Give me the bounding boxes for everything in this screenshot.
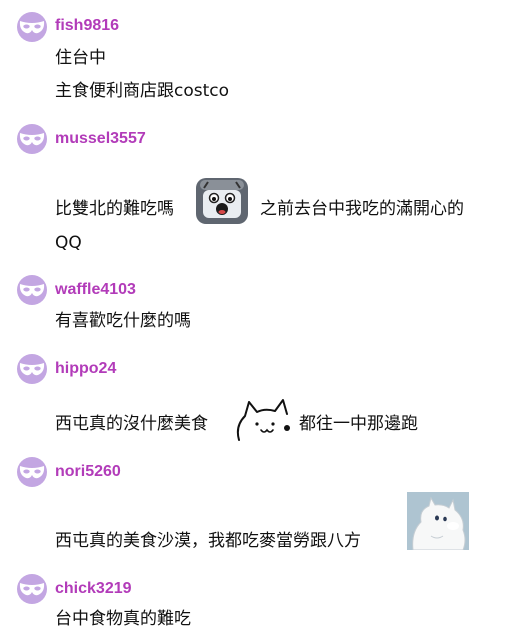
doodle-cat-sticker [236,399,290,441]
username[interactable]: waffle4103 [55,281,136,299]
comment-text: 西屯真的沒什麼美食 [55,414,208,434]
mask-icon [19,466,45,479]
comment-item: nori5260 西屯真的美食沙漠，我都吃麥當勞跟八方 [0,452,511,572]
comment-text: 西屯真的美食沙漠，我都吃麥當勞跟八方 [55,531,361,551]
comment-text: 之前去台中我吃的滿開心的 [260,199,464,219]
mask-icon [19,284,45,297]
username[interactable]: mussel3557 [55,130,146,148]
avatar[interactable] [17,457,47,487]
username[interactable]: fish9816 [55,17,119,35]
username[interactable]: hippo24 [55,360,116,378]
avatar[interactable] [17,12,47,42]
comment-item: waffle4103 有喜歡吃什麼的嗎 [0,268,511,350]
comment-text: 都往一中那邊跑 [299,414,418,434]
comment-text: 台中食物真的難吃 [55,609,191,629]
mask-icon [19,133,45,146]
mask-icon [19,583,45,596]
avatar[interactable] [17,124,47,154]
avatar[interactable] [17,354,47,384]
mask-icon [19,363,45,376]
comment-text: 比雙北的難吃嗎 [55,199,174,219]
comment-item: mussel3557 比雙北的難吃嗎 之前去台中我吃的滿開心的 QQ [0,118,511,268]
comment-text: 住台中 [55,48,106,68]
mask-icon [19,21,45,34]
comment-item: hippo24 西屯真的沒什麼美食 都往一中那邊跑 [0,350,511,452]
comment-text: QQ [55,233,82,253]
username[interactable]: nori5260 [55,463,121,481]
comment-text: 主食便利商店跟costco [55,81,230,101]
comment-item: chick3219 台中食物真的難吃 [0,572,511,640]
avatar[interactable] [17,275,47,305]
shocked-toaster-sticker [196,178,248,224]
avatar[interactable] [17,574,47,604]
moomin-sticker [407,492,469,550]
comment-item: fish9816 住台中 主食便利商店跟costco [0,0,511,118]
comment-text: 有喜歡吃什麼的嗎 [55,311,191,331]
username[interactable]: chick3219 [55,580,132,598]
